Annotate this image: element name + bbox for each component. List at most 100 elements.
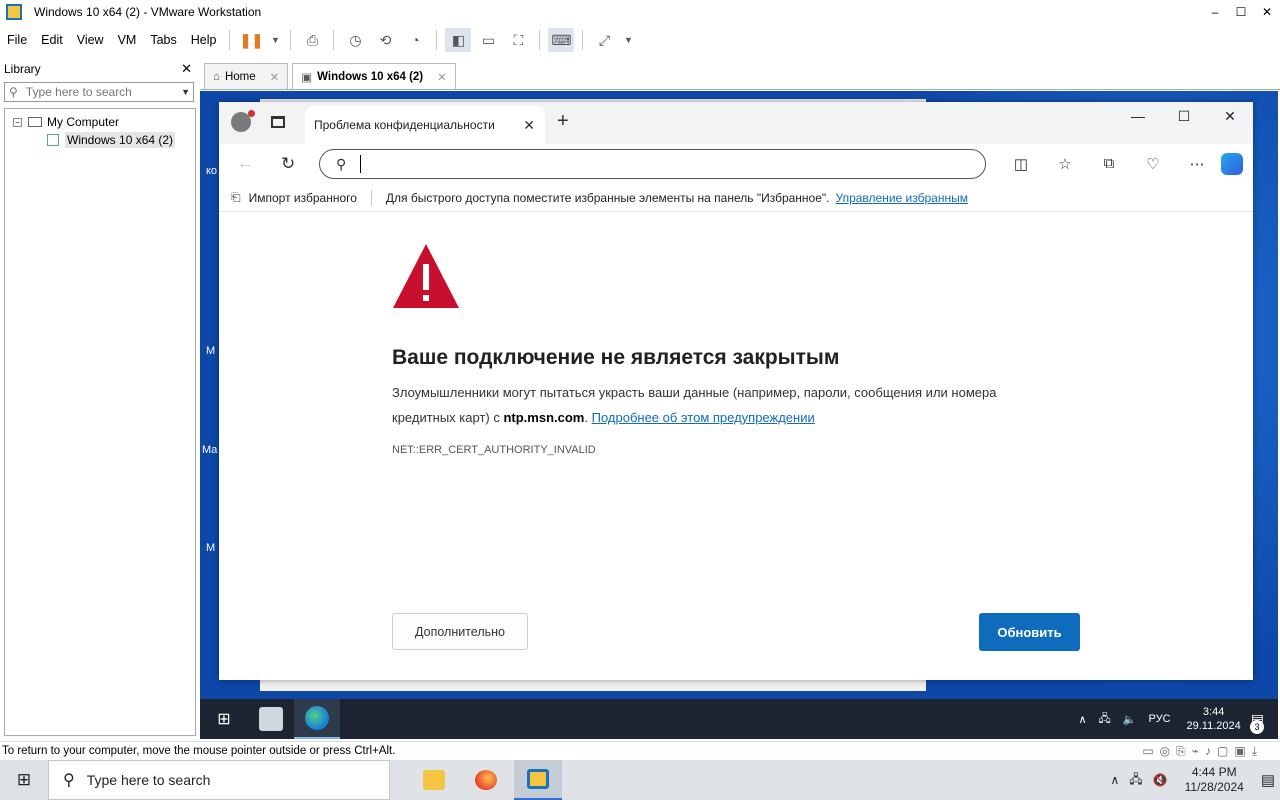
guest-clock[interactable]: 3:44 29.11.2024 [1187,705,1241,733]
import-favorites-icon: ⎗ [231,190,241,204]
windows-start-icon[interactable]: ⊞ [0,770,48,790]
input-language[interactable]: РУС [1148,713,1170,725]
hard-disk-icon[interactable]: ▭ [1142,744,1153,759]
pause-dropdown-icon[interactable]: ▼ [268,28,282,52]
taskbar-app-edge[interactable] [294,699,340,739]
learn-more-link[interactable]: Подробнее об этом предупреждении [592,410,815,425]
advanced-button[interactable]: Дополнительно [392,613,528,650]
message-log-icon[interactable]: ▣ [1234,744,1245,759]
show-hidden-icons-icon[interactable]: ∧ [1078,713,1086,726]
tab-close-icon[interactable]: ✕ [270,70,280,84]
library-search-placeholder: Type here to search [25,85,132,99]
vmware-status-bar: To return to your computer, move the mou… [0,741,1280,760]
chevron-down-icon[interactable]: ▼ [181,87,190,97]
snapshot-manager-icon[interactable]: ◔ [402,28,428,52]
download-icon[interactable]: ⤓ [1252,744,1257,759]
notification-center-icon[interactable]: ▤ [1261,771,1275,789]
console-view-icon[interactable]: ⌨ [548,28,575,52]
volume-icon[interactable]: 🔈 [1123,713,1137,726]
tab-home[interactable]: ⌂ Home ✕ [204,63,289,89]
stretch-dropdown-icon[interactable]: ▼ [621,28,635,52]
tab-vm[interactable]: ▣ Windows 10 x64 (2) ✕ [292,63,456,89]
taskbar-app-firefox[interactable] [462,760,510,800]
edge-minimize-button[interactable]: — [1115,108,1161,125]
sound-card-icon[interactable]: ♪ [1205,744,1211,759]
cd-drive-icon[interactable]: ◎ [1160,744,1170,759]
send-ctrl-alt-del-icon[interactable]: ⎙ [299,28,325,52]
show-hidden-icons-icon[interactable]: ∧ [1111,773,1120,787]
edge-tab-active[interactable]: Проблема конфиденциальности ✕ [305,106,545,144]
windows-start-icon[interactable]: ⊞ [200,709,248,729]
vmware-icon [527,769,549,789]
manage-favorites-link[interactable]: Управление избранным [836,191,968,205]
network-adapter-icon[interactable]: ⎘ [1176,744,1186,759]
vmware-titlebar: Windows 10 x64 (2) - VMware Workstation … [0,0,1280,24]
back-arrow-icon[interactable]: ← [237,155,253,173]
vm-running-icon: ▣ [301,71,313,84]
address-input[interactable]: ⚲ [319,149,986,179]
usb-icon[interactable]: ⌁ [1192,744,1199,759]
snapshot-icon[interactable]: ◷ [342,28,368,52]
notification-count-badge: 3 [1250,719,1264,734]
tree-item-my-computer[interactable]: − My Computer [5,113,195,131]
taskbar-app-file-explorer[interactable] [410,760,458,800]
library-search-input[interactable]: ⚲ Type here to search ▼ [4,82,194,102]
tree-item-vm[interactable]: Windows 10 x64 (2) [5,131,195,149]
host-taskbar: ⊞ ⚲ Type here to search ∧ 🖧 🔇 4:44 PM 11… [0,760,1280,800]
menu-help[interactable]: Help [184,33,224,47]
browser-essentials-icon[interactable]: ♡ [1131,155,1175,173]
full-screen-icon[interactable]: ⛶ [505,28,531,52]
split-screen-icon[interactable]: ◫ [999,155,1043,173]
folder-icon [423,770,445,790]
error-page: Ваше подключение не является закрытым Зл… [219,212,1253,680]
edge-icon [305,706,329,730]
search-icon: ⚲ [63,772,75,789]
menu-file[interactable]: File [0,33,34,47]
menu-edit[interactable]: Edit [34,33,70,47]
maximize-button[interactable]: ☐ [1228,5,1254,19]
stretch-guest-icon[interactable]: ⤢ [591,28,617,52]
vm-tab-strip: ⌂ Home ✕ ▣ Windows 10 x64 (2) ✕ [200,62,1280,90]
guest-screen[interactable]: ко М Ма М Проблема конфиденциальности ✕ … [200,91,1278,739]
host-clock[interactable]: 4:44 PM 11/28/2024 [1185,765,1244,795]
desktop-icon-label[interactable]: М [206,542,215,554]
edge-maximize-button[interactable]: ☐ [1161,108,1207,125]
display-icon[interactable]: ▢ [1217,744,1228,759]
copilot-icon[interactable] [1221,153,1243,175]
guest-system-tray: ∧ 🖧 🔈 РУС 3:44 29.11.2024 ▤ 3 [1072,705,1278,734]
more-menu-icon[interactable]: ⋯ [1175,155,1219,173]
notification-center-icon[interactable]: ▤ 3 [1250,711,1264,734]
tab-actions-icon[interactable] [271,116,285,128]
network-icon[interactable]: 🖧 [1129,770,1142,791]
taskbar-app-vmware[interactable] [514,760,562,800]
reload-button[interactable]: Обновить [979,613,1080,651]
favorites-star-icon[interactable]: ☆ [1043,155,1087,173]
error-body-suffix: . [584,410,588,425]
thumbnail-bar-icon[interactable]: ▭ [475,28,501,52]
taskbar-app-vmware-tools[interactable] [248,699,294,739]
edge-close-button[interactable]: ✕ [1207,108,1253,125]
tab-close-icon[interactable]: ✕ [437,70,447,84]
desktop-icon-label[interactable]: Ма [202,444,217,456]
show-library-icon[interactable]: ◧ [445,28,472,52]
new-tab-button[interactable]: + [557,110,569,133]
desktop-icon-label[interactable]: ко [206,165,217,177]
revert-snapshot-icon[interactable]: ⟲ [372,28,398,52]
desktop-icon-label[interactable]: М [206,345,215,357]
host-search-input[interactable]: ⚲ Type here to search [48,760,390,800]
pause-icon[interactable]: ❚❚ [238,28,264,52]
minimize-button[interactable]: – [1202,5,1228,19]
library-close-icon[interactable]: ✕ [181,61,192,77]
menu-vm[interactable]: VM [111,33,144,47]
collapse-icon[interactable]: − [13,117,22,127]
reload-icon[interactable]: ↻ [281,154,295,174]
import-favorites-button[interactable]: Импорт избранного [249,191,357,205]
collections-icon[interactable]: ⧉ [1087,155,1131,173]
network-icon[interactable]: 🖧 [1099,710,1111,729]
close-button[interactable]: ✕ [1254,5,1280,19]
menu-tabs[interactable]: Tabs [143,33,183,47]
menu-view[interactable]: View [70,33,111,47]
tab-close-icon[interactable]: ✕ [523,117,535,134]
volume-muted-icon[interactable]: 🔇 [1153,773,1168,787]
profile-icon[interactable] [231,110,255,132]
